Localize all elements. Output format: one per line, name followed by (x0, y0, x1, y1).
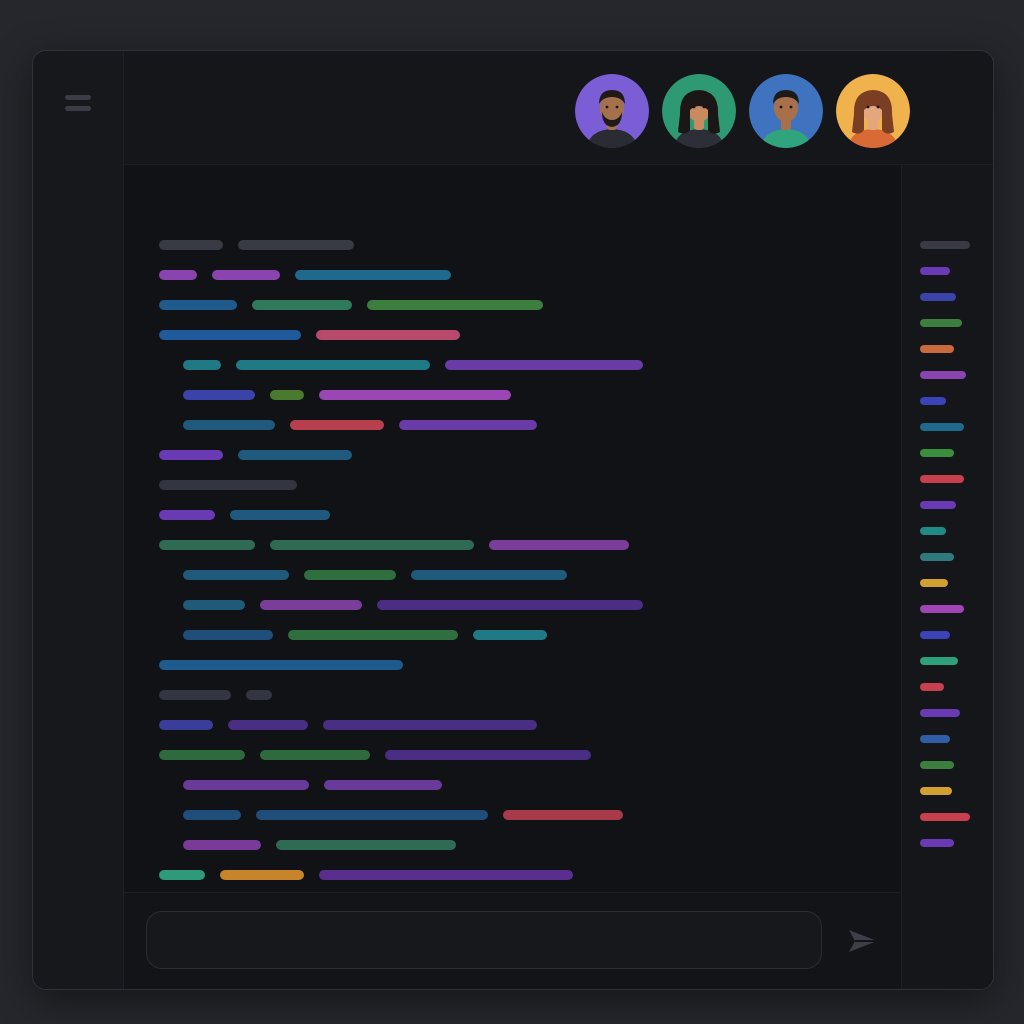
code-token (228, 720, 308, 730)
code-token (159, 330, 301, 340)
left-sidebar (33, 51, 124, 989)
minimap-line (920, 449, 954, 457)
avatar-woman-dark-hair[interactable] (662, 74, 736, 148)
code-token (238, 450, 352, 460)
minimap-line (920, 397, 946, 405)
header-bar (124, 51, 993, 165)
code-token (473, 630, 547, 640)
minimap-line (920, 241, 970, 249)
code-token (159, 480, 297, 490)
code-token (183, 600, 245, 610)
minimap-line (920, 631, 950, 639)
code-token (316, 330, 460, 340)
message-input[interactable] (146, 911, 822, 969)
minimap-line (920, 839, 954, 847)
code-token (159, 720, 213, 730)
code-token (159, 450, 223, 460)
code-token (503, 810, 623, 820)
minimap-line (920, 735, 950, 743)
minimap-line (920, 423, 964, 431)
avatar-man-beard[interactable] (575, 74, 649, 148)
code-token (183, 570, 289, 580)
code-token (159, 690, 231, 700)
minimap-line (920, 813, 970, 821)
code-token (260, 600, 362, 610)
avatar-woman-brown-hair[interactable] (836, 74, 910, 148)
code-token (159, 300, 237, 310)
code-token (159, 240, 223, 250)
app-window (32, 50, 994, 990)
code-token (236, 360, 430, 370)
minimap-line (920, 553, 954, 561)
minimap-line (920, 709, 960, 717)
code-token (399, 420, 537, 430)
code-token (304, 570, 396, 580)
code-token (489, 540, 629, 550)
code-token (377, 600, 643, 610)
code-token (260, 750, 370, 760)
code-token (290, 420, 384, 430)
code-token (295, 270, 451, 280)
code-token (183, 810, 241, 820)
code-token (323, 720, 537, 730)
code-token (212, 270, 280, 280)
code-token (270, 390, 304, 400)
code-token (183, 360, 221, 370)
minimap-line (920, 345, 954, 353)
code-token (159, 750, 245, 760)
minimap-line (920, 761, 954, 769)
minimap-line (920, 787, 952, 795)
code-token (183, 840, 261, 850)
avatar-man-short-hair[interactable] (749, 74, 823, 148)
code-token (159, 870, 205, 880)
code-token (385, 750, 591, 760)
minimap-line (920, 683, 944, 691)
code-token (411, 570, 567, 580)
minimap-line (920, 501, 956, 509)
code-token (159, 540, 255, 550)
code-token (288, 630, 458, 640)
code-token (159, 660, 403, 670)
code-token (220, 870, 304, 880)
code-token (183, 390, 255, 400)
code-token (319, 870, 573, 880)
code-token (367, 300, 543, 310)
minimap-line (920, 527, 946, 535)
code-token (159, 270, 197, 280)
message-composer (124, 892, 900, 989)
code-token (183, 420, 275, 430)
code-token (319, 390, 511, 400)
code-token (324, 780, 442, 790)
send-arrow-icon[interactable] (845, 926, 881, 956)
minimap-line (920, 293, 956, 301)
code-token (159, 510, 215, 520)
minimap-line (920, 579, 948, 587)
minimap-line (920, 657, 958, 665)
minimap-line (920, 605, 964, 613)
code-token (252, 300, 352, 310)
hamburger-menu-icon[interactable] (65, 93, 93, 115)
code-token (270, 540, 474, 550)
code-token (445, 360, 643, 370)
minimap-line (920, 267, 950, 275)
code-token (276, 840, 456, 850)
minimap-line (920, 371, 966, 379)
code-minimap[interactable] (901, 165, 993, 989)
code-token (183, 780, 309, 790)
code-token (256, 810, 488, 820)
minimap-line (920, 475, 964, 483)
code-token (246, 690, 272, 700)
code-editor[interactable] (124, 165, 900, 891)
code-token (238, 240, 354, 250)
code-token (230, 510, 330, 520)
code-token (183, 630, 273, 640)
minimap-line (920, 319, 962, 327)
